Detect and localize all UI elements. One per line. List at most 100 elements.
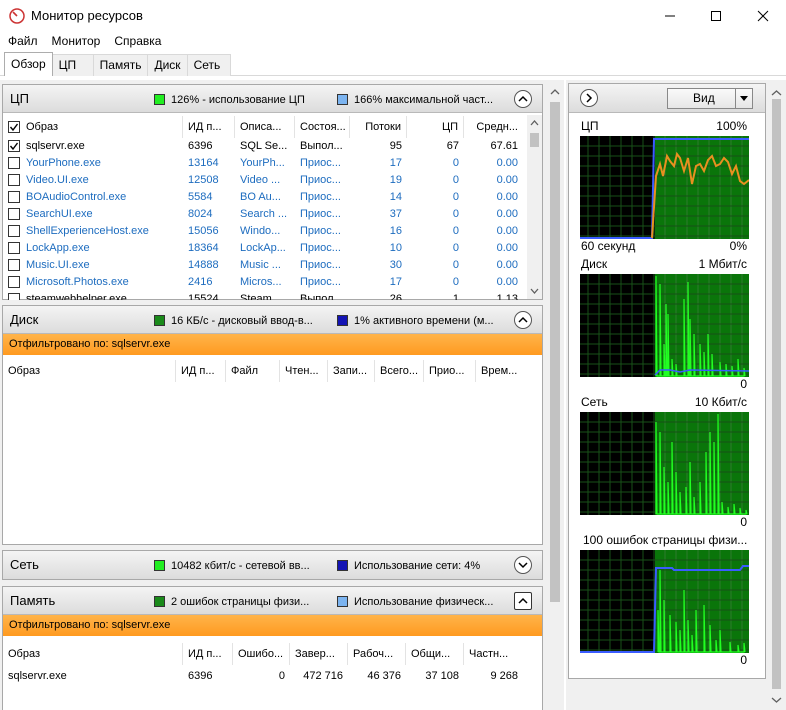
cpu-process-list: sqlservr.exe 6396 SQL Se... Выпол... 95 67 67.…	[3, 138, 523, 300]
disk-section: Диск 16 КБ/с - дисковый ввод-в... 1% акт…	[2, 305, 543, 545]
process-avg-cpu: 0.00	[496, 225, 518, 237]
process-checkbox[interactable]	[8, 276, 20, 288]
disk-graph-min: 0	[740, 377, 747, 391]
network-section-title: Сеть	[10, 557, 39, 572]
disk-filter-bar: Отфильтровано по: sqlservr.exe	[3, 334, 542, 355]
process-checkbox[interactable]	[8, 174, 20, 186]
col-avg-cpu[interactable]: Средн...	[464, 116, 523, 138]
col-response-time[interactable]: Врем...	[476, 360, 523, 382]
col-total[interactable]: Всего...	[375, 360, 424, 382]
col-cpu[interactable]: ЦП	[407, 116, 464, 138]
col-write[interactable]: Запи...	[328, 360, 375, 382]
disk-section-title: Диск	[10, 312, 39, 327]
minimize-icon	[665, 15, 675, 17]
col-status[interactable]: Состоя...	[295, 116, 350, 138]
col-image[interactable]: Образ	[3, 360, 176, 382]
close-button[interactable]	[740, 0, 786, 32]
cpu-collapse-button[interactable]	[514, 90, 532, 108]
col-hard-faults[interactable]: Ошибо...	[233, 643, 290, 665]
network-section: Сеть 10482 кбит/с - сетевой вв... Исполь…	[2, 550, 543, 580]
cpu-section-header[interactable]: ЦП 126% - использование ЦП 166% максимал…	[3, 85, 542, 113]
tab-memory[interactable]: Память	[92, 54, 149, 76]
memory-row-working: 46 376	[367, 670, 401, 682]
right-pane-scrollbar[interactable]	[767, 83, 786, 710]
left-pane-scrollbar[interactable]	[546, 80, 564, 710]
table-row[interactable]: LockApp.exe 18364 LockAp... Приос... 10 0 0.00	[3, 240, 523, 257]
process-checkbox[interactable]	[8, 157, 20, 169]
table-row[interactable]: sqlservr.exe 6396 SQL Se... Выпол... 95 67 67.…	[3, 138, 523, 155]
col-private[interactable]: Частн...	[464, 643, 523, 665]
menu-help[interactable]: Справка	[114, 34, 161, 48]
network-section-header[interactable]: Сеть 10482 кбит/с - сетевой вв... Исполь…	[3, 551, 542, 579]
cpu-graph-title: ЦП	[581, 119, 599, 133]
table-row[interactable]: Video.UI.exe 12508 Video ... Приос... 19 0 0.0…	[3, 172, 523, 189]
table-row[interactable]: steamwebhelper.exe 15524 Steam ... Выпол...…	[3, 291, 523, 300]
tab-disk[interactable]: Диск	[147, 54, 188, 76]
view-button[interactable]: Вид	[667, 88, 753, 109]
process-checkbox[interactable]	[8, 140, 20, 152]
disk-collapse-button[interactable]	[514, 311, 532, 329]
process-checkbox[interactable]	[8, 225, 20, 237]
minimize-button[interactable]	[647, 0, 693, 32]
left-scroll-thumb[interactable]	[550, 102, 560, 602]
process-checkbox[interactable]	[8, 191, 20, 203]
col-commit[interactable]: Завер...	[290, 643, 348, 665]
memory-section-header[interactable]: Память 2 ошибок страницы физи... Использ…	[3, 587, 542, 615]
disk-active-legend: 1% активного времени (м...	[337, 314, 507, 327]
table-row[interactable]: ShellExperienceHost.exe 15056 Windo... Прио…	[3, 223, 523, 240]
col-working-set[interactable]: Рабоч...	[348, 643, 406, 665]
process-checkbox[interactable]	[8, 259, 20, 271]
process-checkbox[interactable]	[8, 293, 20, 300]
right-scroll-thumb[interactable]	[772, 99, 781, 689]
graphs-pane: Вид ЦП 100% 60 секунд 0% Диск 1 Мбит/с 0…	[566, 80, 786, 710]
col-pid[interactable]: ИД п...	[183, 116, 235, 138]
resource-monitor-icon	[9, 8, 25, 24]
table-row[interactable]: YourPhone.exe 13164 YourPh... Приос... 17 0 0.…	[3, 155, 523, 172]
network-expand-button[interactable]	[514, 556, 532, 574]
process-checkbox[interactable]	[8, 208, 20, 220]
process-image-cell: Microsoft.Photos.exe	[3, 274, 183, 291]
menu-file[interactable]: Файл	[8, 34, 38, 48]
tab-overview[interactable]: Обзор	[4, 52, 53, 76]
table-row[interactable]: SearchUI.exe 8024 Search ... Приос... 37 0 0.0…	[3, 206, 523, 223]
process-pid: 12508	[188, 174, 219, 186]
network-usage-text: Использование сети: 4%	[354, 559, 481, 572]
collapse-graphs-button[interactable]	[580, 89, 598, 107]
table-row[interactable]: Music.UI.exe 14888 Music ... Приос... 30 0 0.0…	[3, 257, 523, 274]
col-threads[interactable]: Потоки	[350, 116, 407, 138]
col-priority[interactable]: Прио...	[424, 360, 476, 382]
cpu-graph-time: 60 секунд	[581, 239, 636, 253]
process-cpu: 0	[452, 157, 459, 169]
col-shareable[interactable]: Общи...	[406, 643, 464, 665]
select-all-checkbox[interactable]	[8, 121, 20, 133]
maximize-button[interactable]	[693, 0, 739, 32]
menu-monitor[interactable]: Монитор	[52, 34, 101, 48]
process-cpu: 67	[446, 140, 459, 152]
process-name: BOAudioControl.exe	[26, 191, 127, 203]
memory-collapse-button[interactable]	[514, 592, 532, 610]
table-row[interactable]: sqlservr.exe 6396 0 472 716 46 376 37 10…	[3, 668, 523, 685]
view-dropdown[interactable]	[735, 89, 752, 108]
col-pid[interactable]: ИД п...	[183, 643, 233, 665]
col-image[interactable]: Образ	[3, 116, 183, 138]
col-description[interactable]: Описа...	[235, 116, 295, 138]
network-graph-min: 0	[740, 515, 747, 529]
col-image[interactable]: Образ	[3, 643, 183, 665]
tab-network[interactable]: Сеть	[186, 54, 231, 76]
table-row[interactable]: Microsoft.Photos.exe 2416 Micros... Приос..…	[3, 274, 523, 291]
col-file[interactable]: Файл	[226, 360, 280, 382]
col-read[interactable]: Чтен...	[280, 360, 328, 382]
tab-bar: Обзор ЦП Память Диск Сеть	[0, 52, 786, 76]
disk-section-header[interactable]: Диск 16 КБ/с - дисковый ввод-в... 1% акт…	[3, 306, 542, 334]
tab-cpu[interactable]: ЦП	[51, 54, 94, 76]
disk-graph	[580, 274, 749, 377]
disk-io-legend: 16 КБ/с - дисковый ввод-в...	[154, 314, 329, 327]
network-usage-legend: Использование сети: 4%	[337, 559, 507, 572]
cpu-scrollbar[interactable]	[527, 115, 542, 299]
col-pid[interactable]: ИД п...	[176, 360, 226, 382]
process-pid: 18364	[188, 242, 219, 254]
process-checkbox[interactable]	[8, 242, 20, 254]
table-row[interactable]: BOAudioControl.exe 5584 BO Au... Приос... 14…	[3, 189, 523, 206]
cpu-scroll-thumb[interactable]	[530, 133, 539, 147]
process-pid: 2416	[188, 276, 213, 288]
